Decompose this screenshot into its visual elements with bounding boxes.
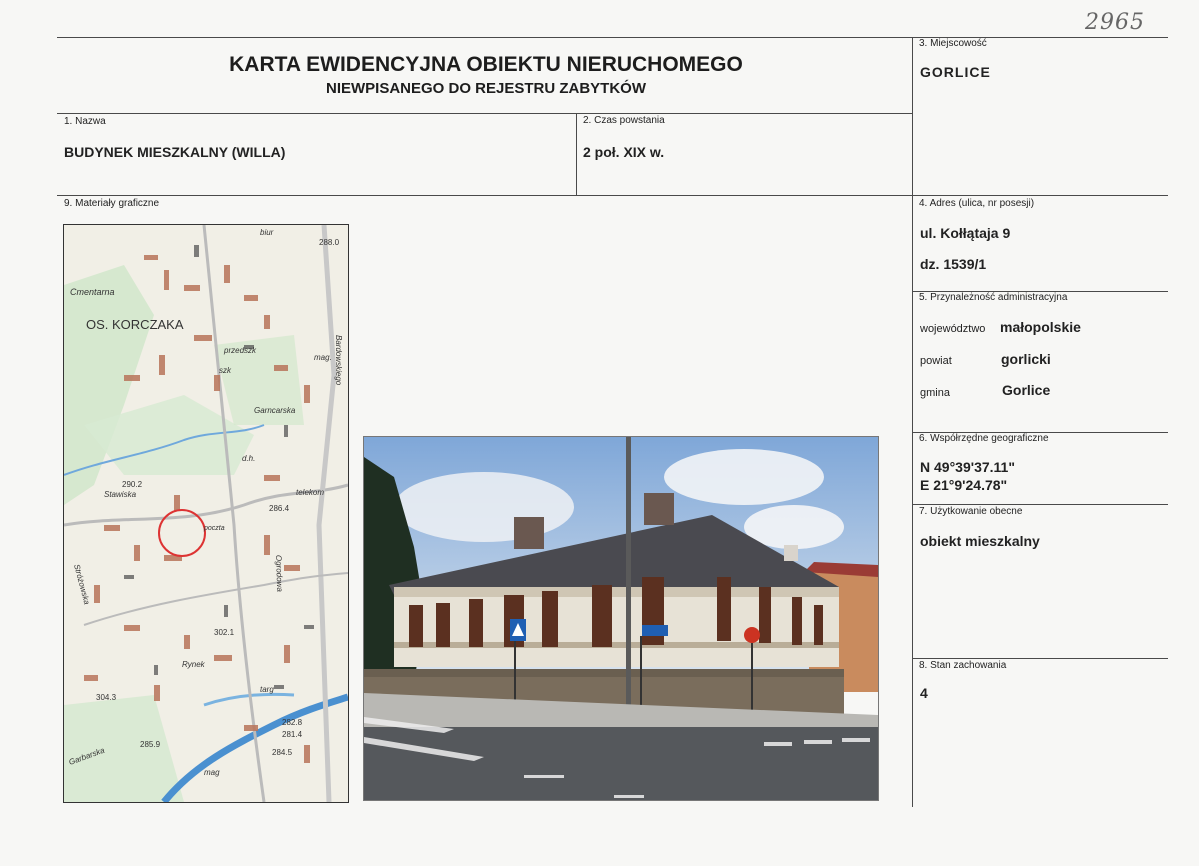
- map-label-osiedle: OS. KORCZAKA: [86, 317, 184, 332]
- map-label-elev3: 286.4: [269, 504, 290, 513]
- field-label-miejscowosc: 3. Miejscowość: [919, 38, 987, 49]
- map-label-elev4: 302.1: [214, 628, 235, 637]
- card-subtitle: NIEWPISANEGO DO REJESTRU ZABYTKÓW: [325, 80, 647, 97]
- map-label-elev8: 281.4: [282, 730, 303, 739]
- field-value-uzytkowanie: obiekt mieszkalny: [920, 533, 1040, 549]
- field-label-stan: 8. Stan zachowania: [919, 660, 1007, 671]
- field-value-czas: 2 poł. XIX w.: [583, 144, 665, 160]
- building-photo: [363, 436, 879, 801]
- map-label-s3: mag.: [314, 353, 332, 362]
- map-label-s10: targ: [260, 685, 274, 694]
- map-drawing: OS. KORCZAKA Cmentarna 288.0 290.2 286.4…: [64, 225, 348, 802]
- map-label-cmentarz: Cmentarna: [70, 287, 115, 297]
- map-label-s8: Ogrodowa: [274, 555, 284, 593]
- field-value-adres-street: ul. Kołłątaja 9: [920, 225, 1011, 241]
- gmina-value: Gorlice: [1002, 382, 1051, 398]
- field-label-uzytkowanie: 7. Użytkowanie obecne: [919, 506, 1023, 517]
- field-label-czas: 2. Czas powstania: [583, 115, 665, 126]
- name-date-divider: [576, 113, 577, 195]
- map-label-s6: Stawiska: [104, 490, 137, 499]
- field-label-wspolrzedne: 6. Współrzędne geograficzne: [919, 433, 1049, 444]
- map-label-s4: szk: [219, 366, 232, 375]
- map-label-elev1: 288.0: [319, 238, 340, 247]
- divider-coords: [912, 504, 1168, 505]
- field-value-adres-parcel: dz. 1539/1: [920, 256, 987, 272]
- map-label-s13: mag: [204, 768, 220, 777]
- map-label-s14: poczta: [203, 525, 225, 532]
- handwritten-number: 2965: [1085, 10, 1145, 35]
- map-label-elev2: 290.2: [122, 480, 143, 489]
- map-label-s16: d.h.: [242, 454, 255, 463]
- field-value-longitude: E 21°9'24.78": [920, 477, 1008, 493]
- map-label-s5: Garncarska: [254, 406, 296, 415]
- powiat-label: powiat: [920, 355, 952, 367]
- map-label-elev9: 284.5: [272, 748, 293, 757]
- map-label-s9: Bardowskiego: [334, 335, 343, 386]
- map-label-elev6: 285.9: [140, 740, 161, 749]
- field-value-latitude: N 49°39'37.11": [920, 459, 1015, 475]
- location-map: OS. KORCZAKA Cmentarna 288.0 290.2 286.4…: [63, 224, 349, 803]
- map-label-s2: przedszk: [223, 346, 257, 355]
- field-label-nazwa: 1. Nazwa: [64, 116, 106, 127]
- field-value-stan: 4: [920, 685, 928, 701]
- field-label-przynaleznosc: 5. Przynależność administracyjna: [919, 292, 1068, 303]
- powiat-value: gorlicki: [1001, 351, 1051, 367]
- map-label-elev7: 282.8: [282, 718, 303, 727]
- top-border: [57, 37, 1168, 38]
- divider-name: [57, 195, 1168, 196]
- gmina-label: gmina: [920, 387, 950, 399]
- field-label-adres: 4. Adres (ulica, nr posesji): [919, 198, 1035, 209]
- field-label-materialy: 9. Materiały graficzne: [64, 198, 160, 209]
- field-value-miejscowosc: GORLICE: [920, 64, 991, 80]
- divider-usage: [912, 658, 1168, 659]
- card-title: KARTA EWIDENCYJNA OBIEKTU NIERUCHOMEGO: [229, 53, 743, 76]
- field-value-nazwa: BUDYNEK MIESZKALNY (WILLA): [64, 144, 286, 160]
- map-label-s15: telekom: [296, 488, 324, 497]
- photo-drawing: [364, 437, 878, 800]
- wojewodztwo-label: województwo: [920, 323, 986, 335]
- evidence-card: 2965 KARTA EWIDENCYJNA OBIEKTU NIERUCHOM…: [0, 0, 1199, 866]
- wojewodztwo-value: małopolskie: [1000, 319, 1081, 335]
- map-label-elev5: 304.3: [96, 693, 117, 702]
- right-column-divider: [912, 37, 913, 807]
- map-label-s11: Rynek: [182, 660, 206, 669]
- map-label-s1: biur: [260, 228, 274, 237]
- divider-title: [57, 113, 912, 114]
